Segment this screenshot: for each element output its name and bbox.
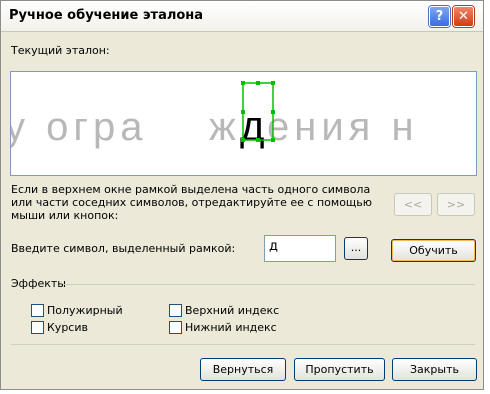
bold-checkbox-label[interactable]: Полужирный: [47, 304, 123, 317]
selection-handle[interactable]: [256, 81, 260, 85]
selection-handle[interactable]: [271, 138, 275, 142]
preview-text-left: у огра: [11, 105, 147, 149]
selection-handle[interactable]: [241, 110, 245, 114]
train-template-dialog: Ручное обучение эталона ? ✕ Текущий этал…: [0, 0, 484, 390]
selection-handle[interactable]: [271, 110, 275, 114]
superscript-checkbox[interactable]: [169, 304, 182, 317]
train-button[interactable]: Обучить: [391, 239, 476, 262]
next-symbol-button[interactable]: >>: [437, 193, 475, 216]
preview-text-right: ения н: [267, 105, 419, 149]
template-preview[interactable]: у огра ж д ения н: [10, 71, 477, 176]
bold-checkbox[interactable]: [31, 304, 44, 317]
footer-divider: [11, 344, 475, 345]
subscript-checkbox[interactable]: [169, 321, 182, 334]
current-template-label: Текущий эталон:: [11, 44, 110, 57]
selection-handle[interactable]: [271, 81, 275, 85]
question-icon: ?: [435, 9, 444, 24]
italic-checkbox[interactable]: [31, 321, 44, 334]
skip-button[interactable]: Пропустить: [294, 358, 385, 381]
effects-divider: [63, 284, 475, 285]
preview-text-middle: ж: [209, 105, 236, 149]
title-bar: Ручное обучение эталона ? ✕: [1, 1, 483, 32]
prev-symbol-button[interactable]: <<: [394, 193, 432, 216]
close-window-button[interactable]: ✕: [453, 6, 474, 27]
help-button[interactable]: ?: [429, 6, 450, 27]
effects-label: Эффекты: [11, 277, 66, 290]
italic-checkbox-label[interactable]: Курсив: [47, 321, 88, 334]
dialog-title: Ручное обучение эталона: [9, 8, 204, 23]
selection-handle[interactable]: [256, 138, 260, 142]
symbol-input[interactable]: д: [264, 235, 336, 262]
instructions-line-1: Если в верхнем окне рамкой выделена част…: [11, 183, 371, 196]
preview-canvas: у огра ж д ения н: [11, 81, 419, 149]
instructions-line-2: или части соседних символов, отредактиру…: [11, 196, 373, 209]
subscript-checkbox-label[interactable]: Нижний индекс: [185, 321, 277, 334]
enter-symbol-label: Введите символ, выделенный рамкой:: [11, 242, 236, 255]
instructions-line-3: мыши или кнопок:: [11, 209, 119, 222]
close-icon: ✕: [458, 9, 469, 24]
selection-handle[interactable]: [241, 81, 245, 85]
browse-symbol-button[interactable]: ...: [344, 237, 368, 260]
selection-handle[interactable]: [241, 138, 245, 142]
superscript-checkbox-label[interactable]: Верхний индекс: [185, 304, 279, 317]
close-button[interactable]: Закрыть: [392, 358, 477, 381]
back-button[interactable]: Вернуться: [200, 358, 286, 381]
